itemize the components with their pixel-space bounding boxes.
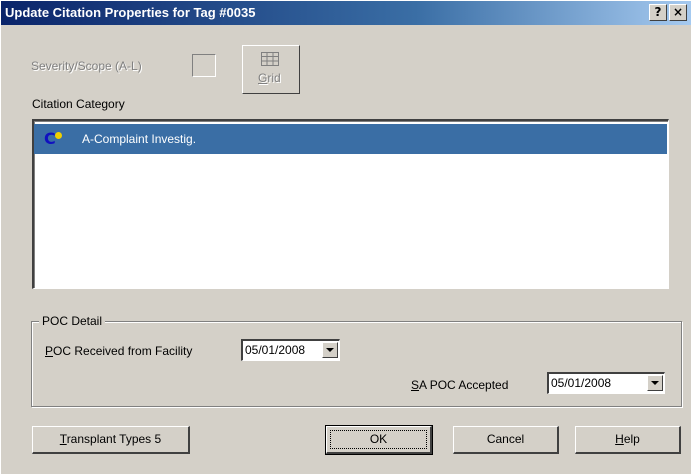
cancel-button[interactable]: Cancel <box>453 426 559 454</box>
grid-button[interactable]: Grid <box>242 45 300 94</box>
help-icon[interactable]: ? <box>649 4 667 21</box>
dialog-window: Update Citation Properties for Tag #0035… <box>0 0 691 474</box>
poc-received-date-value: 05/01/2008 <box>245 343 306 357</box>
poc-detail-title: POC Detail <box>39 314 106 328</box>
grid-button-label: Grid <box>258 71 281 85</box>
poc-received-date-select[interactable]: 05/01/2008 <box>241 339 340 361</box>
title-bar[interactable]: Update Citation Properties for Tag #0035… <box>1 1 691 25</box>
citation-category-icon: C <box>44 129 62 148</box>
chevron-down-icon[interactable] <box>647 375 663 391</box>
close-icon[interactable]: × <box>669 4 687 21</box>
grid-icon <box>261 52 279 66</box>
sa-poc-accepted-date-value: 05/01/2008 <box>551 376 612 390</box>
citation-category-list[interactable]: C A-Complaint Investig. <box>32 119 669 289</box>
ok-button[interactable]: OK <box>325 425 433 455</box>
citation-category-label: Citation Category <box>32 97 125 111</box>
severity-label: Severity/Scope (A-L) <box>31 59 142 73</box>
severity-scope-field[interactable] <box>192 54 216 77</box>
list-item[interactable]: C A-Complaint Investig. <box>34 124 667 154</box>
list-item-label: A-Complaint Investig. <box>82 132 197 146</box>
window-title: Update Citation Properties for Tag #0035 <box>5 5 256 20</box>
sa-poc-accepted-date-select[interactable]: 05/01/2008 <box>547 372 665 394</box>
chevron-down-icon[interactable] <box>322 342 338 358</box>
poc-detail-group <box>31 321 682 407</box>
poc-received-label: POC Received from Facility <box>45 344 193 358</box>
sa-poc-accepted-label: SA POC Accepted <box>411 378 509 392</box>
help-button[interactable]: Help <box>575 426 681 454</box>
transplant-types-button[interactable]: Transplant Types 5 <box>32 426 190 454</box>
